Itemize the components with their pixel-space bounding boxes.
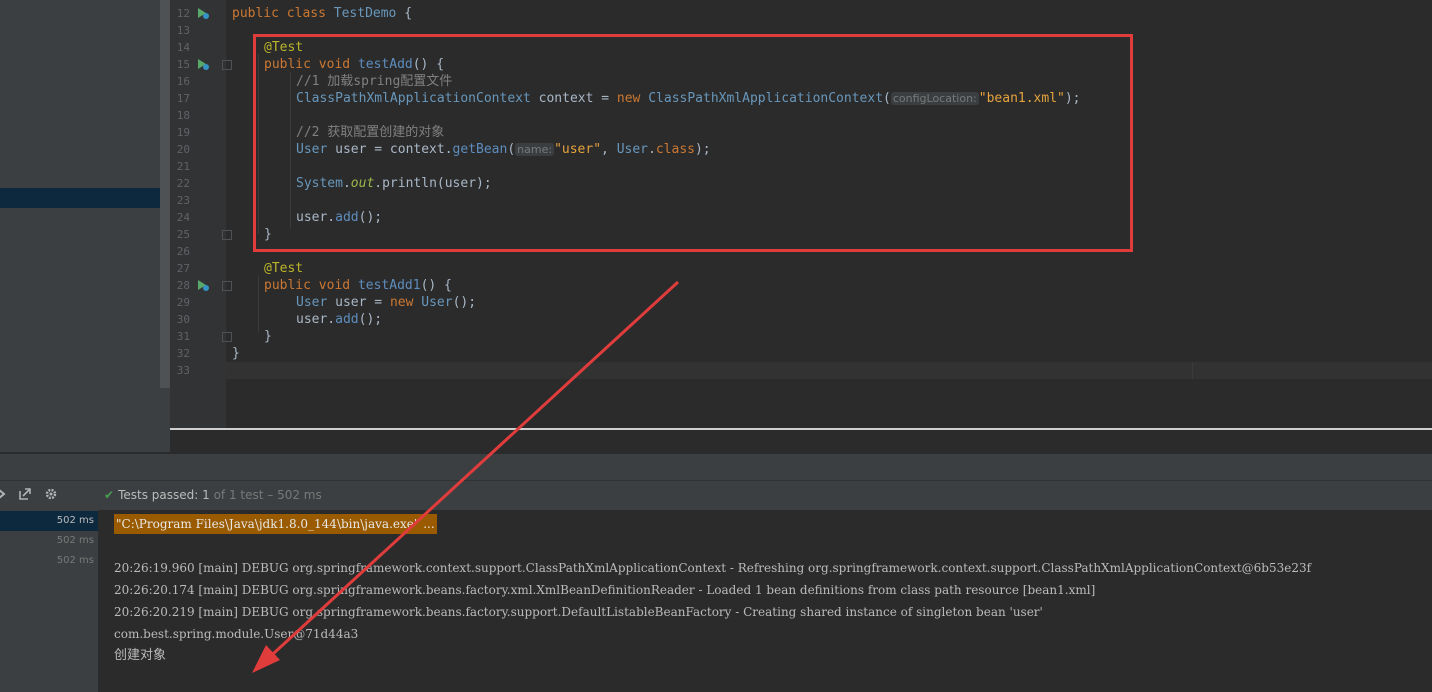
code-text: ();	[452, 295, 477, 310]
run-class-icon[interactable]	[196, 6, 210, 20]
run-test-icon[interactable]	[196, 57, 210, 71]
keyword: class	[286, 6, 326, 21]
console-output[interactable]	[98, 510, 1432, 692]
line-number: 19	[176, 126, 190, 139]
project-selected-row[interactable]	[0, 188, 168, 208]
run-test-icon[interactable]	[196, 278, 210, 292]
check-icon: ✔	[104, 488, 115, 502]
project-panel	[0, 0, 160, 452]
line-number: 30	[176, 313, 190, 326]
code-text: user.	[296, 312, 336, 327]
current-line-highlight	[226, 362, 1432, 379]
console-log-line: 20:26:20.174 [main] DEBUG org.springfram…	[114, 583, 1096, 597]
line-number: 16	[176, 75, 190, 88]
export-icon[interactable]	[18, 487, 32, 505]
test-status-total: of 1 test – 502 ms	[213, 488, 322, 502]
type-name: User	[421, 295, 453, 310]
fold-icon[interactable]	[222, 230, 232, 240]
test-tree-row[interactable]: 502 ms	[0, 531, 98, 551]
type-name: User	[296, 295, 328, 310]
project-scrollbar[interactable]	[160, 0, 170, 388]
test-status-bar: ✔ Tests passed: 1 of 1 test – 502 ms	[104, 488, 322, 502]
line-number: 17	[176, 92, 190, 105]
test-tree-row[interactable]: 502 ms	[0, 511, 98, 531]
method-name: testAdd1	[357, 278, 421, 293]
brace: {	[396, 6, 413, 21]
line-number: 33	[176, 364, 190, 377]
console-program-output: 创建对象	[114, 648, 167, 663]
class-name: TestDemo	[333, 6, 397, 21]
indent-guide	[258, 276, 259, 332]
code-text: user =	[327, 295, 390, 310]
line-number: 13	[176, 24, 190, 37]
line-number: 32	[176, 347, 190, 360]
line-number: 31	[176, 330, 190, 343]
brace: }	[264, 329, 272, 344]
console-command-line: "C:\Program Files\Java\jdk1.8.0_144\bin\…	[114, 514, 437, 534]
code-line-32: }	[232, 345, 240, 362]
brace: }	[232, 346, 240, 361]
line-number: 20	[176, 143, 190, 156]
editor-empty-area	[170, 430, 1432, 454]
keyword: public	[232, 6, 279, 21]
project-panel-bottom	[160, 388, 170, 452]
code-line-30: user.add();	[296, 311, 382, 328]
code-text: () {	[420, 278, 452, 293]
line-number: 24	[176, 211, 190, 224]
console-log-line: 20:26:20.219 [main] DEBUG org.springfram…	[114, 605, 1043, 619]
code-line-29: User user = new User();	[296, 294, 476, 311]
line-number: 22	[176, 177, 190, 190]
line-number: 28	[176, 279, 190, 292]
line-number: 26	[176, 245, 190, 258]
annotation: @Test	[264, 261, 304, 276]
console-log-line: com.best.spring.module.User@71d44a3	[114, 627, 359, 641]
line-number: 18	[176, 109, 190, 122]
line-number: 12	[176, 7, 190, 20]
test-status-count: 1	[202, 488, 210, 502]
code-line-12: public class TestDemo {	[232, 5, 412, 22]
fold-icon[interactable]	[222, 332, 232, 342]
highlight-annotation-box	[253, 34, 1133, 252]
panel-divider[interactable]	[0, 454, 1432, 480]
line-number: 14	[176, 41, 190, 54]
line-number: 23	[176, 194, 190, 207]
console-log-line: 20:26:19.960 [main] DEBUG org.springfram…	[114, 561, 1312, 575]
gear-icon[interactable]	[44, 487, 58, 505]
line-number: 27	[176, 262, 190, 275]
line-number: 29	[176, 296, 190, 309]
code-line-27: @Test	[264, 260, 303, 277]
keyword: public	[264, 278, 311, 293]
line-number: 25	[176, 228, 190, 241]
code-line-31: }	[264, 328, 272, 345]
keyword: new	[389, 295, 414, 310]
code-line-28: public void testAdd1() {	[264, 277, 452, 294]
test-tree-row[interactable]: 502 ms	[0, 551, 98, 571]
right-margin-guide	[1192, 362, 1193, 379]
line-number: 15	[176, 58, 190, 71]
code-text: ();	[358, 312, 383, 327]
line-number: 21	[176, 160, 190, 173]
keyword: void	[318, 278, 351, 293]
collapse-icon[interactable]	[0, 487, 8, 505]
test-status-label: Tests passed:	[118, 488, 199, 502]
method-name: add	[335, 312, 359, 327]
fold-icon[interactable]	[222, 60, 232, 70]
fold-icon[interactable]	[222, 281, 232, 291]
